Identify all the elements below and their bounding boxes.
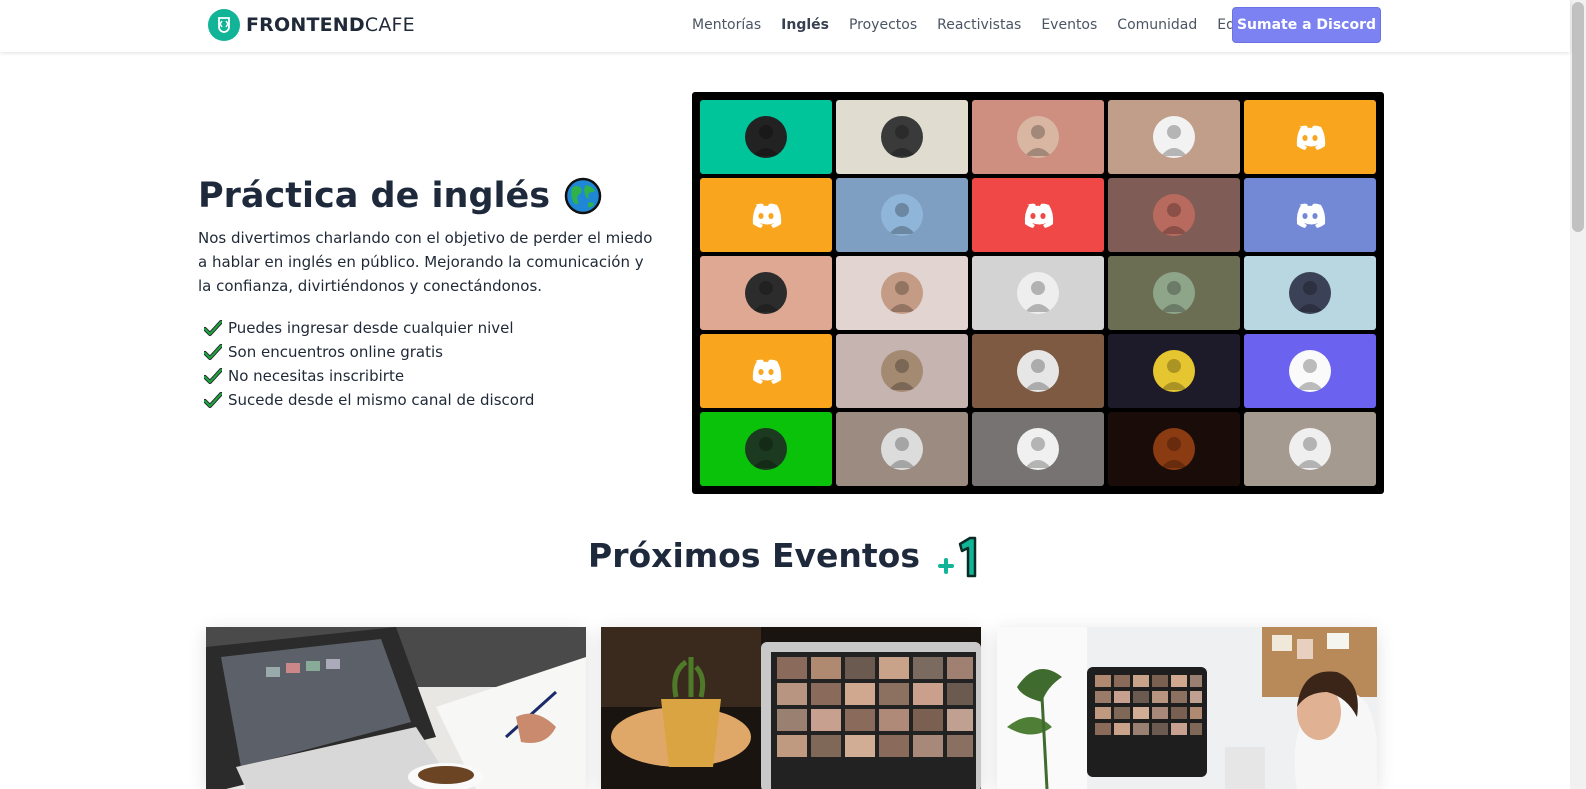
avatar [1153,194,1195,236]
participant-tile [1244,334,1376,408]
discord-icon [1024,203,1054,228]
event-image [997,627,1377,789]
avatar [1289,350,1331,392]
feature-item: No necesitas inscribirte [204,364,534,388]
check-icon [204,392,222,408]
participant-tile [1244,178,1376,252]
nav-link-eventos[interactable]: Eventos [1041,17,1097,33]
avatar [745,116,787,158]
event-card[interactable] [206,627,586,789]
avatar [1017,350,1059,392]
participant-tile [700,256,832,330]
participant-tile [836,334,968,408]
event-image [601,627,981,789]
nav-link-ingles[interactable]: Inglés [781,17,829,33]
avatar [745,428,787,470]
scrollbar[interactable] [1570,0,1586,789]
participant-tile [1108,334,1240,408]
avatar [1017,428,1059,470]
feature-text: No necesitas inscribirte [228,367,405,385]
hero-title-text: Práctica de inglés [198,176,551,216]
participant-tile [1244,256,1376,330]
feature-text: Sucede desde el mismo canal de discord [228,391,535,409]
nav-link-reactivistas[interactable]: Reactivistas [937,17,1021,33]
avatar [1289,272,1331,314]
participant-tile [700,178,832,252]
discord-icon [752,359,782,384]
participant-tile [836,100,968,174]
participant-tile [1108,256,1240,330]
hero-description: Nos divertimos charlando con el objetivo… [198,229,653,295]
logo-icon [208,9,240,41]
avatar [1153,428,1195,470]
participant-tile [972,334,1104,408]
nav-link-proyectos[interactable]: Proyectos [849,17,917,33]
avatar [1017,116,1059,158]
discord-icon [1296,125,1326,150]
feature-text: Son encuentros online gratis [228,343,443,361]
feature-item: Puedes ingresar desde cualquier nivel [204,316,534,340]
navbar: FRONTENDCAFE Mentorías Inglés Proyectos Rea… [0,0,1570,52]
discord-cta-button[interactable]: Sumate a Discord [1232,7,1381,43]
participant-tile [1244,100,1376,174]
scrollbar-thumb[interactable] [1572,2,1584,232]
avatar [881,194,923,236]
nav-links: Mentorías Inglés Proyectos Reactivistas Even… [692,17,1285,33]
participant-tile [972,178,1104,252]
globe-icon [564,177,602,215]
participant-tile [1244,412,1376,486]
participant-tile [1108,178,1240,252]
events-title-text: Próximos Eventos [588,535,920,575]
logo-text: FRONTENDCAFE [246,14,415,36]
discord-icon [752,203,782,228]
event-card[interactable] [997,627,1377,789]
avatar [881,272,923,314]
participant-tile [836,178,968,252]
feature-item: Sucede desde el mismo canal de discord [204,388,534,412]
avatar [881,350,923,392]
participant-tile [836,412,968,486]
participant-tile [700,100,832,174]
participant-tile [972,256,1104,330]
check-icon [204,320,222,336]
participant-tile [836,256,968,330]
participant-tile [972,412,1104,486]
discord-icon [1296,203,1326,228]
plus-one-icon [937,536,977,578]
feature-item: Son encuentros online gratis [204,340,534,364]
participant-tile [972,100,1104,174]
event-image [206,627,586,789]
avatar [1289,428,1331,470]
event-card[interactable] [601,627,981,789]
events-title: Próximos Eventos [0,532,1570,578]
avatar [1017,272,1059,314]
avatar [881,428,923,470]
participant-tile [1108,412,1240,486]
check-icon [204,344,222,360]
feature-list: Puedes ingresar desde cualquier nivel Son… [204,316,534,412]
avatar [1153,116,1195,158]
avatar [881,116,923,158]
participant-tile [1108,100,1240,174]
nav-link-comunidad[interactable]: Comunidad [1117,17,1197,33]
participant-tile [700,334,832,408]
logo[interactable]: FRONTENDCAFE [208,9,415,41]
nav-link-mentorias[interactable]: Mentorías [692,17,761,33]
participant-tile [700,412,832,486]
hero-title: Práctica de inglés [198,176,602,216]
avatar [1153,272,1195,314]
feature-text: Puedes ingresar desde cualquier nivel [228,319,514,337]
avatar [745,272,787,314]
avatar [1153,350,1195,392]
check-icon [204,368,222,384]
video-call-grid [692,92,1384,494]
